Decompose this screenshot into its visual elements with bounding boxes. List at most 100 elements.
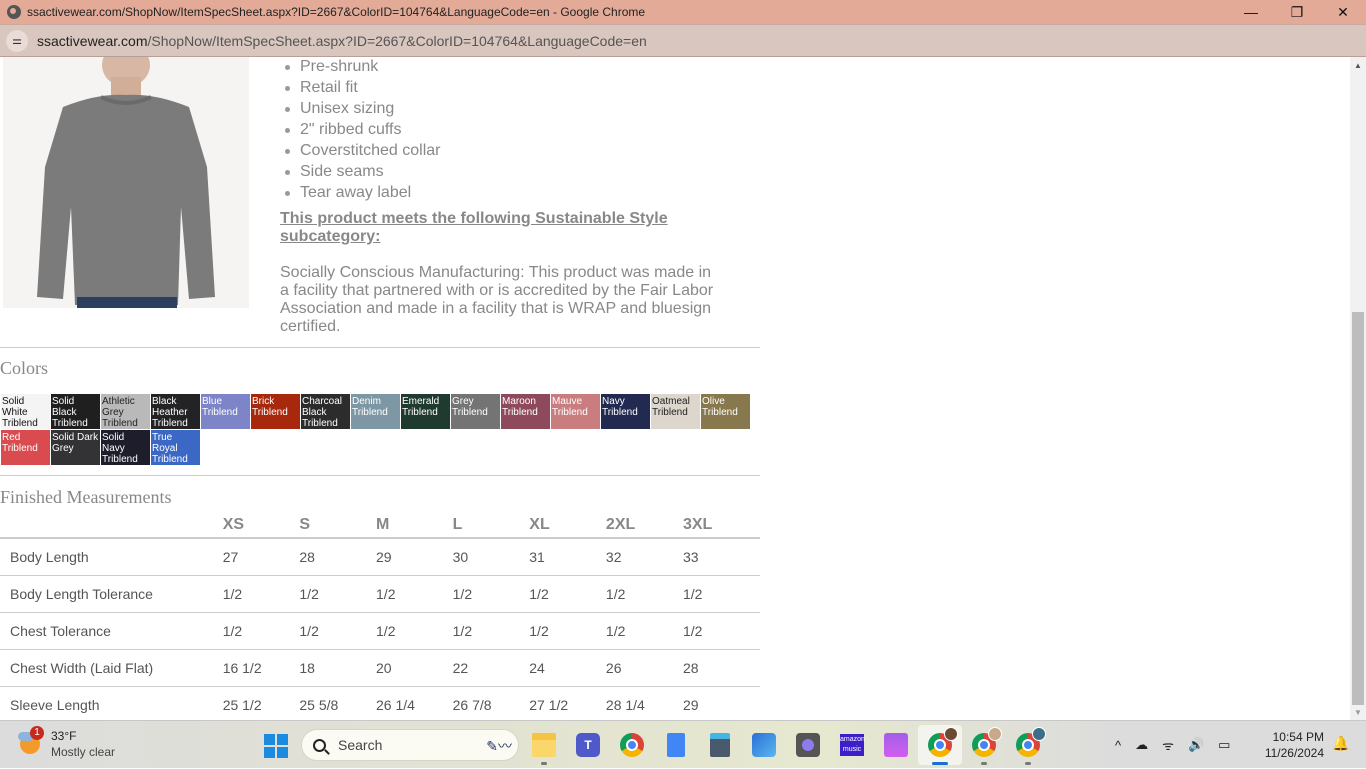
taskbar-calculator[interactable]	[698, 725, 742, 765]
clock[interactable]: 10:54 PM 11/26/2024	[1258, 729, 1324, 761]
pen-icon: ✎〰	[486, 738, 512, 754]
measurement-label: Chest Width (Laid Flat)	[0, 649, 223, 687]
size-header: XL	[529, 509, 606, 539]
address-bar[interactable]: ⚌ ssactivewear.com/ShopNow/ItemSpecSheet…	[0, 24, 1366, 57]
close-button[interactable]: ✕	[1320, 0, 1366, 24]
table-row: Chest Width (Laid Flat) 16 1/2 18 20 22 24 26 2…	[0, 649, 760, 687]
taskbar-search[interactable]: Search ✎〰	[301, 729, 519, 761]
url-field[interactable]: ssactivewear.com/ShopNow/ItemSpecSheet.a…	[37, 33, 647, 49]
color-swatch[interactable]: Olive Triblend	[701, 394, 750, 429]
color-swatch[interactable]: Mauve Triblend	[551, 394, 600, 429]
clipchamp-icon	[884, 733, 908, 757]
color-swatch[interactable]: Red Triblend	[1, 430, 50, 465]
url-path: /ShopNow/ItemSpecSheet.aspx?ID=2667&Colo…	[147, 32, 647, 49]
color-swatch[interactable]: Solid Navy Triblend	[101, 430, 150, 465]
taskbar-amazon-music[interactable]: amazon music	[830, 725, 874, 765]
scroll-up-arrow-icon[interactable]: ▲	[1350, 57, 1366, 73]
taskbar-file-explorer[interactable]	[522, 725, 566, 765]
taskbar-chrome-profile-1[interactable]	[918, 725, 962, 765]
site-info-icon[interactable]: ⚌	[6, 29, 28, 52]
taskbar-chrome[interactable]	[610, 725, 654, 765]
show-hidden-icons-chevron-icon[interactable]: ^	[1115, 738, 1121, 753]
taskbar-teams[interactable]: T	[566, 725, 610, 765]
feature-item: Unisex sizing	[285, 99, 441, 120]
color-swatch[interactable]: True Royal Triblend	[151, 430, 200, 465]
measurement-value: 33	[682, 538, 760, 576]
scrollbar-thumb[interactable]	[1352, 312, 1364, 705]
color-swatch[interactable]: Maroon Triblend	[501, 394, 550, 429]
colors-title: Colors	[0, 358, 49, 378]
color-swatch[interactable]: Solid White Triblend	[1, 394, 50, 429]
size-header: XS	[222, 509, 300, 539]
color-swatch[interactable]: Solid Dark Grey	[51, 430, 100, 465]
measurement-value: 29	[376, 538, 453, 576]
measurements-table: XS S M L XL 2XL 3XL Body Length 27 28 29 30 3…	[0, 509, 760, 720]
measurement-value: 1/2	[682, 612, 760, 650]
measurement-value: 26 7/8	[452, 686, 530, 720]
taskbar-clipchamp[interactable]	[874, 725, 918, 765]
color-swatches: Solid White Triblend Solid Black Triblend…	[1, 394, 761, 466]
taskbar-google-docs[interactable]	[654, 725, 698, 765]
measurement-value: 1/2	[605, 612, 683, 650]
size-header: L	[452, 509, 530, 539]
feature-item: Tear away label	[285, 183, 441, 204]
measurement-value: 32	[605, 538, 683, 576]
measurement-value: 27 1/2	[529, 686, 606, 720]
divider	[0, 347, 760, 348]
color-swatch[interactable]: Navy Triblend	[601, 394, 650, 429]
measurement-value: 28	[682, 649, 760, 687]
onedrive-icon[interactable]: ☁	[1135, 737, 1148, 753]
taskbar-chrome-profile-3[interactable]	[1006, 725, 1050, 765]
folder-icon	[532, 733, 556, 757]
product-image	[3, 57, 249, 308]
measurement-value: 1/2	[376, 612, 453, 650]
size-header: S	[299, 509, 377, 539]
measurement-value: 27	[222, 538, 300, 576]
measurement-label: Body Length	[0, 538, 223, 576]
docs-icon	[667, 733, 685, 757]
notification-bell-icon[interactable]: 🔔	[1332, 735, 1349, 752]
table-row: Sleeve Length 25 1/2 25 5/8 26 1/4 26 7/8 27 …	[0, 686, 760, 720]
color-swatch[interactable]: Denim Triblend	[351, 394, 400, 429]
profile-avatar	[1032, 727, 1046, 741]
measurement-value: 24	[529, 649, 606, 687]
measurement-value: 28	[299, 538, 377, 576]
measurement-value: 30	[452, 538, 530, 576]
vertical-scrollbar[interactable]: ▲ ▼	[1350, 57, 1366, 720]
volume-icon[interactable]: 🔊	[1188, 737, 1204, 753]
color-swatch[interactable]: Black Heather Triblend	[151, 394, 200, 429]
color-swatch[interactable]: Emerald Triblend	[401, 394, 450, 429]
measurement-value: 1/2	[529, 612, 606, 650]
divider	[0, 475, 760, 476]
color-swatch[interactable]: Solid Black Triblend	[51, 394, 100, 429]
table-row: Body Length 27 28 29 30 31 32 33	[0, 538, 760, 576]
minimize-button[interactable]: —	[1228, 0, 1274, 24]
color-swatch[interactable]: Brick Triblend	[251, 394, 300, 429]
wifi-icon[interactable]: ᯤ	[1162, 736, 1174, 754]
window-title: ssactivewear.com/ShopNow/ItemSpecSheet.a…	[27, 5, 646, 19]
color-swatch[interactable]: Charcoal Black Triblend	[301, 394, 350, 429]
start-button[interactable]	[264, 734, 288, 758]
size-header: M	[376, 509, 453, 539]
color-swatch[interactable]: Athletic Grey Triblend	[101, 394, 150, 429]
battery-icon[interactable]: ▭	[1218, 737, 1230, 753]
taskbar-chrome-profile-2[interactable]	[962, 725, 1006, 765]
restore-button[interactable]: ❐	[1274, 0, 1320, 24]
color-swatch[interactable]: Grey Triblend	[451, 394, 500, 429]
browser-title-bar: ssactivewear.com/ShopNow/ItemSpecSheet.a…	[0, 0, 1366, 24]
chrome-icon	[620, 733, 644, 757]
taskbar-camera[interactable]	[786, 725, 830, 765]
weather-icon: 1	[18, 726, 44, 754]
weather-condition: Mostly clear	[51, 745, 116, 759]
search-label: Search	[338, 737, 383, 753]
color-swatch[interactable]: Oatmeal Triblend	[651, 394, 700, 429]
measurement-value: 1/2	[682, 575, 760, 613]
color-swatch[interactable]: Blue Triblend	[201, 394, 250, 429]
camera-icon	[796, 733, 820, 757]
weather-widget[interactable]: 1 33°F Mostly clear	[18, 726, 116, 760]
measurement-value: 16 1/2	[222, 649, 300, 687]
measurement-value: 25 1/2	[222, 686, 300, 720]
table-row: Chest Tolerance 1/2 1/2 1/2 1/2 1/2 1/2 1/2	[0, 612, 760, 650]
taskbar-photos[interactable]	[742, 725, 786, 765]
scroll-down-arrow-icon[interactable]: ▼	[1350, 704, 1366, 720]
